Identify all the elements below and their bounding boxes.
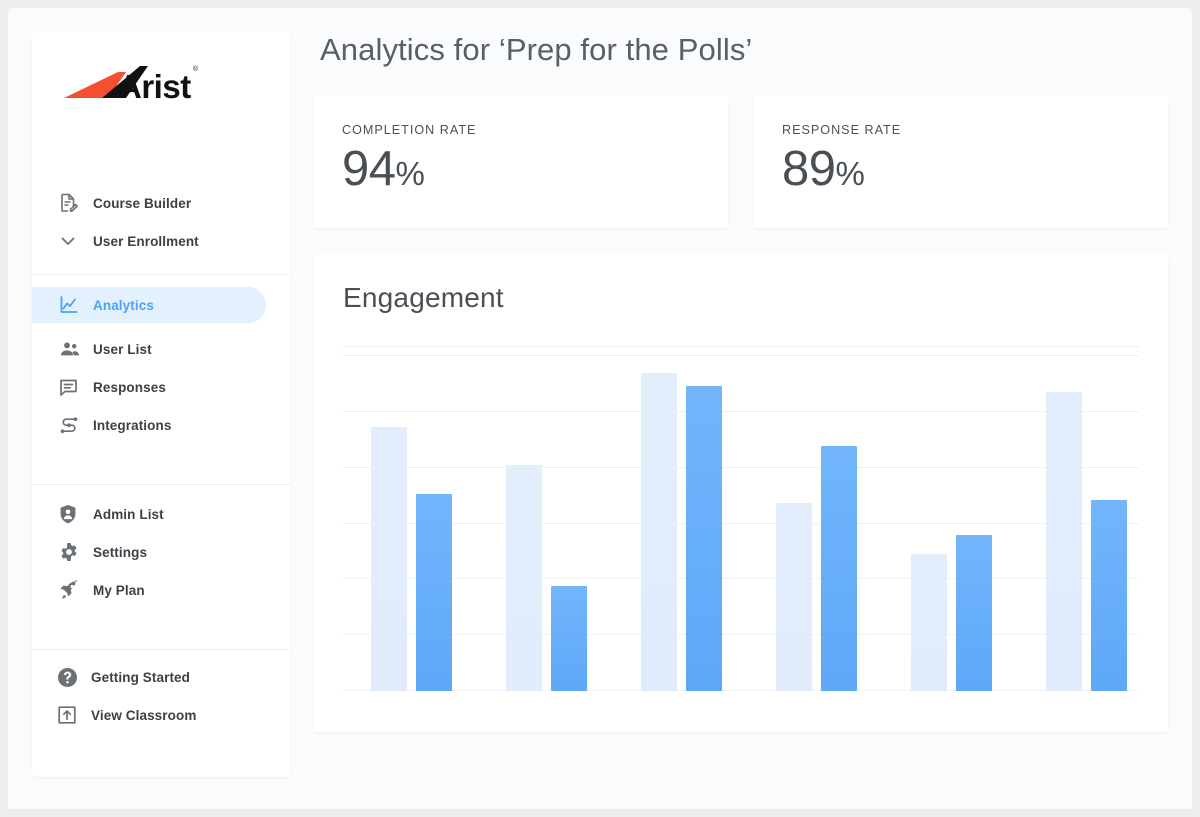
chart-bar[interactable] xyxy=(1091,500,1127,691)
stat-card-label: RESPONSE RATE xyxy=(782,123,902,137)
document-edit-icon xyxy=(59,192,85,214)
stat-card-response-rate: RESPONSE RATE 89% xyxy=(754,95,1168,228)
sidebar-divider-1 xyxy=(32,274,290,275)
sidebar-item-user-enrollment[interactable]: User Enrollment xyxy=(32,222,290,260)
sidebar-item-label: Responses xyxy=(93,379,166,395)
gear-icon xyxy=(59,541,85,563)
sidebar-item-analytics[interactable]: Analytics xyxy=(32,287,266,323)
sidebar-item-user-list[interactable]: User List xyxy=(32,330,290,368)
stat-card-number: 89 xyxy=(782,142,836,196)
sidebar-divider-2 xyxy=(32,484,290,485)
sidebar-item-getting-started[interactable]: Getting Started xyxy=(32,658,290,696)
sidebar-group-admin: Admin List Settings My Plan xyxy=(32,495,290,609)
stat-cards-row: COMPLETION RATE 94% RESPONSE RATE 89% xyxy=(314,95,1168,228)
box-arrow-up-icon xyxy=(57,704,83,726)
sidebar-item-view-classroom[interactable]: View Classroom xyxy=(32,696,290,734)
main-content: Analytics for ‘Prep for the Polls’ COMPL… xyxy=(314,32,1168,732)
sidebar-item-label: User Enrollment xyxy=(93,233,199,249)
chart-bar[interactable] xyxy=(776,503,812,691)
sidebar-item-integrations[interactable]: Integrations xyxy=(32,406,290,444)
page-title: Analytics for ‘Prep for the Polls’ xyxy=(320,32,753,67)
chart-plot-area xyxy=(343,355,1139,691)
chart-title: Engagement xyxy=(343,282,504,313)
line-chart-icon xyxy=(59,294,85,316)
stat-card-number: 94 xyxy=(342,142,396,196)
people-icon xyxy=(59,338,85,360)
stat-card-value: 94% xyxy=(342,142,700,197)
stat-card-completion-rate: COMPLETION RATE 94% xyxy=(314,95,728,228)
chart-bar[interactable] xyxy=(416,494,452,691)
arist-logo[interactable]: Arist ® xyxy=(62,60,198,106)
sidebar-item-settings[interactable]: Settings xyxy=(32,533,290,571)
svg-text:Arist: Arist xyxy=(118,68,191,105)
sidebar: Arist ® Course Builder User Enrollment A… xyxy=(32,32,290,777)
chart-bar[interactable] xyxy=(1046,392,1082,691)
sidebar-item-label: Getting Started xyxy=(91,669,191,685)
sidebar-item-label: View Classroom xyxy=(91,707,197,723)
chat-lines-icon xyxy=(59,376,85,398)
sidebar-item-my-plan[interactable]: My Plan xyxy=(32,571,290,609)
shield-person-icon xyxy=(59,503,85,525)
sidebar-item-label: Analytics xyxy=(93,297,154,313)
chart-title-divider xyxy=(343,346,1139,347)
chart-bar[interactable] xyxy=(686,386,722,691)
chart-bar[interactable] xyxy=(551,586,587,691)
sidebar-item-label: My Plan xyxy=(93,582,145,598)
sidebar-group-primary: Course Builder User Enrollment xyxy=(32,184,290,260)
sidebar-item-label: Course Builder xyxy=(93,195,192,211)
stat-card-value: 89% xyxy=(782,142,1140,197)
sidebar-item-label: Admin List xyxy=(93,506,164,522)
question-circle-icon xyxy=(57,666,83,688)
registered-trademark-symbol: ® xyxy=(192,66,198,73)
stat-card-label: COMPLETION RATE xyxy=(342,123,477,137)
chart-bar[interactable] xyxy=(641,373,677,691)
chevron-down-icon xyxy=(59,230,85,252)
sidebar-item-label: Integrations xyxy=(93,417,172,433)
sidebar-group-workspace: Analytics User List Responses Integratio… xyxy=(32,279,290,444)
sidebar-divider-3 xyxy=(32,649,290,650)
chart-bar[interactable] xyxy=(371,427,407,691)
app-window: Arist ® Course Builder User Enrollment A… xyxy=(8,8,1192,809)
sidebar-item-label: Settings xyxy=(93,544,148,560)
sidebar-group-help: Getting Started View Classroom xyxy=(32,658,290,734)
chart-bars xyxy=(343,355,1139,691)
logo-mark: Arist xyxy=(64,66,192,105)
chart-bar[interactable] xyxy=(911,554,947,691)
sidebar-item-label: User List xyxy=(93,341,152,357)
engagement-chart-card: Engagement xyxy=(314,254,1168,732)
chart-bar[interactable] xyxy=(506,465,542,691)
chart-bar[interactable] xyxy=(821,446,857,691)
rocket-icon xyxy=(59,579,85,601)
stat-card-unit: % xyxy=(395,155,425,192)
stat-card-unit: % xyxy=(835,155,865,192)
integrations-nodes-icon xyxy=(59,414,85,436)
sidebar-item-admin-list[interactable]: Admin List xyxy=(32,495,290,533)
sidebar-item-responses[interactable]: Responses xyxy=(32,368,290,406)
chart-bar[interactable] xyxy=(956,535,992,691)
sidebar-item-course-builder[interactable]: Course Builder xyxy=(32,184,290,222)
